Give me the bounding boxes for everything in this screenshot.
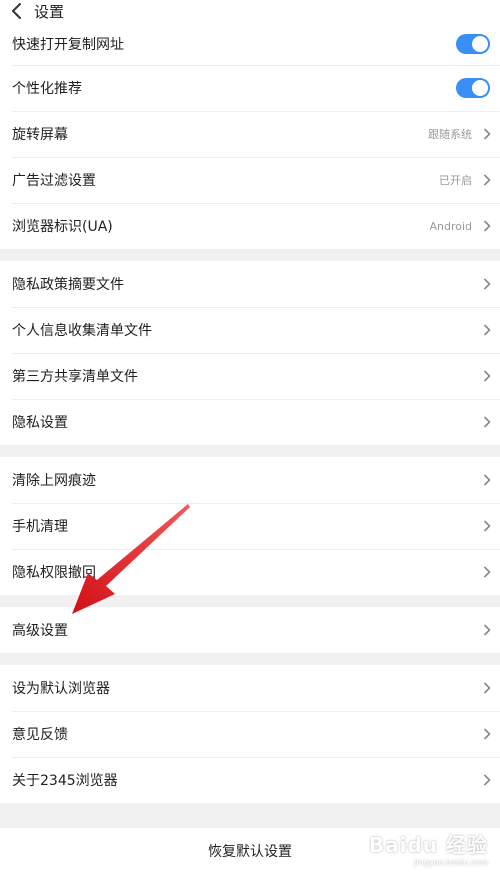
- watermark-site: jingyan.baidu.com: [414, 858, 488, 867]
- chevron-right-icon: [480, 219, 494, 233]
- reset-defaults-label: 恢复默认设置: [208, 843, 292, 860]
- setting-phone-cleanup[interactable]: 手机清理: [0, 503, 500, 549]
- setting-value: Android: [429, 219, 472, 233]
- setting-feedback[interactable]: 意见反馈: [0, 711, 500, 757]
- watermark-brand: Baidu 经验: [368, 833, 488, 857]
- chevron-right-icon: [480, 519, 494, 533]
- toggle-switch[interactable]: [456, 78, 490, 98]
- setting-third-party-sharing-list[interactable]: 第三方共享清单文件: [0, 353, 500, 399]
- setting-about-browser[interactable]: 关于2345浏览器: [0, 757, 500, 803]
- setting-label: 手机清理: [12, 519, 68, 535]
- setting-set-default-browser[interactable]: 设为默认浏览器: [0, 665, 500, 711]
- setting-personalized-recommendation: 个性化推荐: [0, 65, 500, 111]
- chevron-right-icon: [480, 173, 494, 187]
- settings-group-cleanup: 清除上网痕迹 手机清理 隐私权限撤回: [0, 457, 500, 595]
- setting-quick-open-copied-url: 快速打开复制网址: [0, 22, 500, 65]
- setting-label: 隐私权限撤回: [12, 565, 96, 581]
- chevron-right-icon: [480, 323, 494, 337]
- setting-label: 高级设置: [12, 623, 68, 639]
- chevron-right-icon: [480, 623, 494, 637]
- setting-label: 快速打开复制网址: [12, 36, 124, 53]
- chevron-right-icon: [480, 727, 494, 741]
- setting-revoke-privacy-permissions[interactable]: 隐私权限撤回: [0, 549, 500, 595]
- toggle-switch[interactable]: [456, 33, 490, 54]
- setting-label: 广告过滤设置: [12, 173, 96, 189]
- setting-label: 旋转屏幕: [12, 127, 68, 143]
- setting-ad-filter[interactable]: 广告过滤设置 已开启: [0, 157, 500, 203]
- setting-privacy-policy-summary[interactable]: 隐私政策摘要文件: [0, 261, 500, 307]
- setting-advanced-settings[interactable]: 高级设置: [0, 607, 500, 653]
- setting-value: 已开启: [439, 174, 472, 187]
- watermark-logo: Baidu 经验 jingyan.baidu.com: [369, 829, 488, 867]
- chevron-right-icon: [480, 277, 494, 291]
- setting-label: 设为默认浏览器: [12, 681, 110, 697]
- top-bar: 设置: [0, 0, 500, 22]
- chevron-right-icon: [480, 127, 494, 141]
- setting-personal-info-list[interactable]: 个人信息收集清单文件: [0, 307, 500, 353]
- setting-label: 个人信息收集清单文件: [12, 323, 152, 339]
- chevron-right-icon: [480, 565, 494, 579]
- settings-group-advanced: 高级设置: [0, 607, 500, 653]
- setting-label: 浏览器标识(UA): [12, 219, 113, 235]
- chevron-right-icon: [480, 681, 494, 695]
- setting-label: 清除上网痕迹: [12, 473, 96, 489]
- chevron-right-icon: [480, 773, 494, 787]
- settings-group-general: 快速打开复制网址 个性化推荐 旋转屏幕 跟随系统 广告过滤设置 已开启 浏览器标…: [0, 22, 500, 249]
- settings-group-about: 设为默认浏览器 意见反馈 关于2345浏览器: [0, 665, 500, 803]
- page-title: 设置: [34, 2, 65, 21]
- setting-clear-browsing-traces[interactable]: 清除上网痕迹: [0, 457, 500, 503]
- chevron-right-icon: [480, 369, 494, 383]
- setting-label: 隐私设置: [12, 415, 68, 431]
- setting-label: 隐私政策摘要文件: [12, 277, 124, 293]
- chevron-right-icon: [480, 473, 494, 487]
- setting-label: 个性化推荐: [12, 81, 82, 97]
- settings-group-privacy-docs: 隐私政策摘要文件 个人信息收集清单文件 第三方共享清单文件 隐私设置: [0, 261, 500, 445]
- setting-rotate-screen[interactable]: 旋转屏幕 跟随系统: [0, 111, 500, 157]
- setting-value: 跟随系统: [428, 128, 472, 141]
- chevron-right-icon: [480, 415, 494, 429]
- setting-label: 关于2345浏览器: [12, 773, 118, 789]
- setting-privacy-settings[interactable]: 隐私设置: [0, 399, 500, 445]
- setting-label: 意见反馈: [12, 727, 68, 743]
- setting-browser-ua[interactable]: 浏览器标识(UA) Android: [0, 203, 500, 249]
- setting-label: 第三方共享清单文件: [12, 369, 138, 385]
- back-arrow-icon[interactable]: [4, 0, 30, 22]
